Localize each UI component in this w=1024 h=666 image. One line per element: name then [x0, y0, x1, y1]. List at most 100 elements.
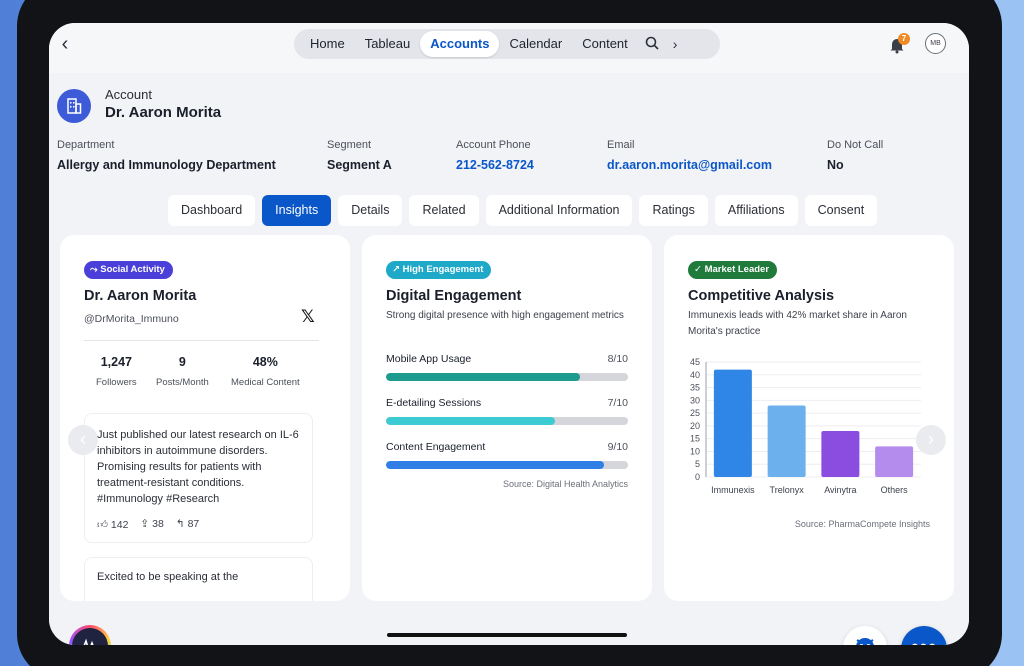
tab-affiliations[interactable]: Affiliations: [714, 195, 798, 226]
field-account-phone: Account Phone 212-562-8724: [456, 139, 534, 172]
chip-label: Market Leader: [704, 264, 770, 275]
carousel-next-button[interactable]: ›: [916, 425, 946, 455]
nav-item-tableau[interactable]: Tableau: [355, 31, 421, 57]
top-navigation-bar: ‹ Home Tableau Accounts Calendar Content…: [49, 23, 969, 73]
nav-item-accounts[interactable]: Accounts: [420, 31, 500, 57]
social-activity-chip: ⤳ Social Activity: [84, 261, 173, 279]
reply-action[interactable]: ↰ 87: [176, 518, 199, 531]
y-tick-label: 15: [690, 434, 700, 444]
user-avatar[interactable]: MB: [925, 33, 946, 54]
x-tick-label: Immunexis: [711, 485, 755, 495]
reply-icon: ↰: [175, 518, 185, 530]
progress-fill: [386, 417, 556, 425]
tab-details[interactable]: Details: [338, 195, 403, 226]
y-tick-label: 5: [695, 459, 700, 469]
field-label: Email: [607, 139, 635, 151]
share-count: 38: [152, 518, 164, 530]
home-indicator: [387, 633, 627, 637]
bar-others[interactable]: [875, 446, 914, 477]
field-value: No: [827, 158, 844, 172]
more-options-button[interactable]: •••: [901, 626, 947, 645]
stat-label: Followers: [96, 377, 137, 388]
account-tabs: Dashboard Insights Details Related Addit…: [168, 195, 878, 226]
high-engagement-chip: ↗ High Engagement: [386, 261, 492, 279]
nav-item-calendar[interactable]: Calendar: [499, 31, 572, 57]
y-tick-label: 0: [695, 472, 700, 482]
stat-label: Medical Content: [231, 377, 300, 388]
like-count: 142: [110, 519, 129, 531]
card-title: Competitive Analysis: [688, 288, 835, 304]
trending-up-icon: ↗: [392, 264, 400, 275]
back-arrow-icon[interactable]: ‹: [53, 33, 77, 57]
y-tick-label: 30: [690, 395, 700, 405]
bar-trelonyx[interactable]: [767, 405, 806, 477]
share-icon: ⤳: [90, 264, 98, 275]
competitive-analysis-card: ✓ Market Leader Competitive Analysis Imm…: [664, 235, 954, 601]
social-handle[interactable]: @DrMorita_Immuno: [84, 313, 179, 325]
email-link[interactable]: dr.aaron.morita@gmail.com: [607, 158, 772, 172]
tab-additional-information[interactable]: Additional Information: [485, 195, 633, 226]
metric-label: Mobile App Usage: [386, 353, 472, 365]
bar-immunexis[interactable]: [713, 369, 752, 477]
social-activity-card: ⤳ Social Activity Dr. Aaron Morita @DrMo…: [60, 235, 350, 601]
stat-medical-content: 48% Medical Content: [231, 355, 300, 388]
tab-dashboard[interactable]: Dashboard: [168, 195, 256, 226]
market-share-bar-chart: 0 5 10 15 20 25 30 35 40 45 Immunexis Trelonyx Aviny…: [690, 357, 921, 495]
y-tick-label: 25: [690, 408, 700, 418]
reply-count: 87: [187, 518, 200, 530]
tab-consent[interactable]: Consent: [804, 195, 878, 226]
metric-score: 7/10: [607, 397, 628, 409]
metric-score: 8/10: [607, 353, 628, 365]
share-action[interactable]: ⇪ 38: [140, 518, 163, 531]
field-label: Department: [57, 139, 115, 151]
post-text: Just published our latest research on IL…: [97, 429, 299, 505]
nav-item-content[interactable]: Content: [572, 31, 638, 57]
x-tick-label: Avinytra: [824, 485, 856, 495]
market-leader-chip: ✓ Market Leader: [688, 261, 778, 279]
tab-insights[interactable]: Insights: [262, 195, 332, 226]
card-description: Strong digital presence with high engage…: [386, 310, 624, 321]
social-profile-name: Dr. Aaron Morita: [84, 288, 197, 304]
bot-assistant-button[interactable]: [843, 626, 887, 645]
nav-item-home[interactable]: Home: [300, 31, 355, 57]
account-name: Dr. Aaron Morita: [105, 104, 222, 121]
stat-value: 1,247: [100, 355, 132, 369]
field-label: Do Not Call: [827, 139, 884, 151]
field-label: Segment: [327, 139, 372, 151]
field-value: Segment A: [327, 158, 392, 172]
card-description: Immunexis leads with 42% market share in…: [688, 310, 907, 337]
stat-value: 9: [178, 355, 186, 369]
chevron-right-icon[interactable]: ›: [666, 36, 685, 52]
tab-related[interactable]: Related: [409, 195, 479, 226]
x-tick-label: Trelonyx: [770, 485, 805, 495]
share-icon: ⇪: [140, 518, 150, 530]
search-icon[interactable]: [638, 36, 666, 53]
carousel-prev-button[interactable]: ‹: [68, 425, 98, 455]
progress-track: [386, 461, 628, 469]
notification-count-badge: 7: [898, 33, 910, 45]
metric-content-engagement: Content Engagement 9/10: [386, 441, 628, 469]
ai-assistant-button[interactable]: [69, 625, 111, 645]
social-post[interactable]: Excited to be speaking at the: [84, 557, 313, 601]
stat-followers: 1,247 Followers: [96, 355, 137, 388]
card-title: Digital Engagement: [386, 288, 522, 304]
source-note: Source: Digital Health Analytics: [502, 479, 628, 489]
y-tick-label: 45: [690, 357, 700, 367]
bar-avinytra[interactable]: [821, 431, 860, 477]
field-department: Department Allergy and Immunology Depart…: [57, 139, 276, 172]
metric-e-detailing-sessions: E-detailing Sessions 7/10: [386, 397, 628, 425]
chip-label: Social Activity: [100, 264, 165, 275]
waveform-icon: [72, 628, 108, 645]
metric-mobile-app-usage: Mobile App Usage 8/10: [386, 353, 628, 381]
y-tick-label: 10: [690, 446, 700, 456]
social-post[interactable]: Just published our latest research on IL…: [84, 413, 313, 543]
divider: [84, 340, 319, 341]
x-logo-icon[interactable]: 𝕏: [301, 307, 315, 327]
post-actions: 👍︎ 142 ⇪ 38 ↰ 87: [97, 518, 300, 531]
stat-value: 48%: [252, 355, 278, 369]
progress-track: [386, 373, 628, 381]
phone-link[interactable]: 212-562-8724: [456, 158, 534, 172]
like-action[interactable]: 👍︎ 142: [97, 518, 128, 531]
tab-ratings[interactable]: Ratings: [639, 195, 708, 226]
metric-label: Content Engagement: [386, 441, 486, 453]
